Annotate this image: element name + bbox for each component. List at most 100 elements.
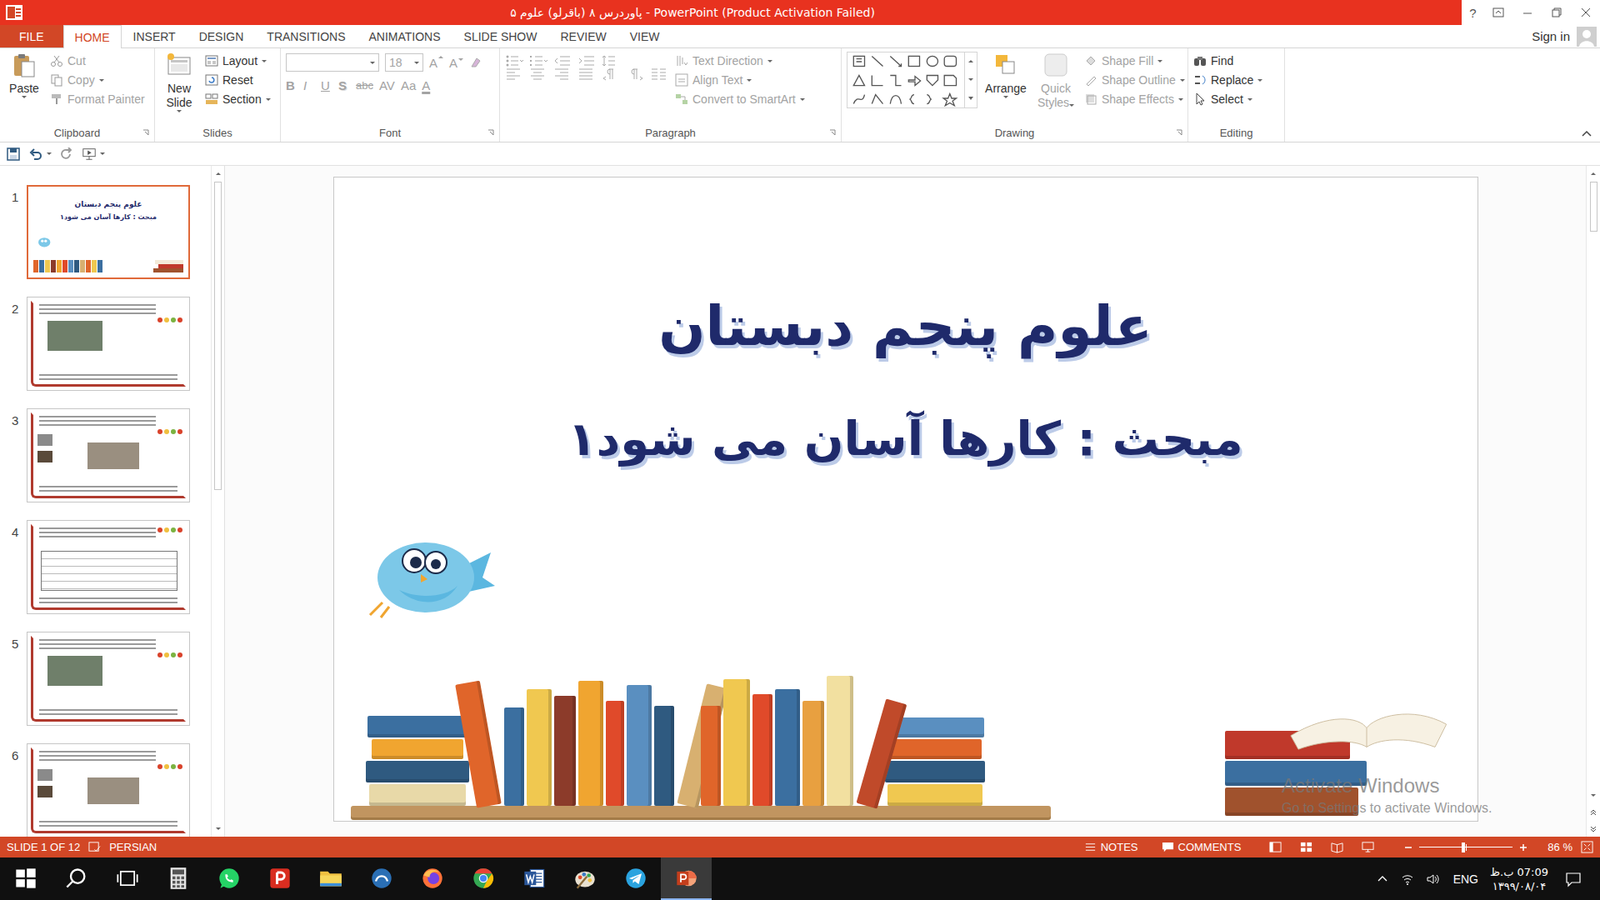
clear-formatting-icon[interactable] <box>469 55 483 70</box>
paragraph-command[interactable]: Text Direction <box>675 51 805 70</box>
slide-subtitle[interactable]: مبحث : کارها آسان می شود۱ <box>567 409 1243 470</box>
taskbar-app[interactable] <box>406 857 458 900</box>
editing-command[interactable]: Replace <box>1193 70 1263 90</box>
taskbar-app[interactable] <box>660 857 712 900</box>
clipboard-command[interactable]: Cut <box>50 51 145 70</box>
zoom-out-icon[interactable] <box>1404 843 1413 852</box>
collapse-ribbon-icon[interactable] <box>1581 130 1592 137</box>
thumbnail-frame[interactable]: علوم پنجم دبستان مبحث : کارها آسان می شو… <box>26 185 190 280</box>
font-format-button[interactable]: AV <box>379 78 395 93</box>
ribbon-tab[interactable]: VIEW <box>618 25 672 48</box>
minimize-icon[interactable] <box>1520 5 1535 20</box>
font-format-button[interactable]: U <box>320 78 333 93</box>
align-right-icon[interactable] <box>553 67 572 81</box>
slide-thumbnail[interactable]: 6 <box>0 743 211 837</box>
ribbon-display-icon[interactable] <box>1491 5 1505 20</box>
undo-icon[interactable] <box>28 147 44 161</box>
dialog-launcher-icon[interactable] <box>1175 129 1183 136</box>
thumbnail-frame[interactable] <box>26 743 190 837</box>
network-icon[interactable] <box>1400 872 1415 886</box>
font-format-button[interactable]: S <box>338 78 350 93</box>
reading-view-icon[interactable] <box>1330 840 1344 854</box>
clock[interactable]: 07:09 ب.ظ ۱۳۹۹/۰۸/۰۴ <box>1486 857 1552 900</box>
ribbon-tab[interactable]: DESIGN <box>187 25 256 48</box>
slide-scrollbar[interactable] <box>1585 165 1600 837</box>
thumbnail-frame[interactable] <box>26 408 190 503</box>
line-spacing-icon[interactable] <box>601 54 620 68</box>
font-size-field[interactable]: 18 <box>385 53 424 72</box>
taskbar-app[interactable] <box>457 857 509 900</box>
align-left-icon[interactable] <box>505 67 524 81</box>
start-from-beginning-icon[interactable] <box>81 147 97 161</box>
clipboard-command[interactable]: Format Painter <box>50 90 145 109</box>
ribbon-tab[interactable]: FILE <box>0 25 64 48</box>
gallery-scroll[interactable] <box>964 52 977 108</box>
paste-button[interactable]: Paste <box>5 51 44 124</box>
taskbar-app[interactable] <box>355 857 407 900</box>
comments-button[interactable]: COMMENTS <box>1161 840 1242 854</box>
increase-indent-icon[interactable] <box>577 54 596 68</box>
font-format-button[interactable]: I <box>303 78 315 93</box>
notes-button[interactable]: NOTES <box>1084 840 1139 854</box>
taskbar-app[interactable] <box>254 857 305 900</box>
slide-title[interactable]: علوم پنجم دبستان <box>658 290 1153 363</box>
shape-format-command[interactable]: Shape Effects <box>1084 90 1185 109</box>
taskbar-app[interactable] <box>305 857 356 900</box>
thumbnail-frame[interactable] <box>26 296 190 391</box>
editing-command[interactable]: Find <box>1193 51 1263 70</box>
font-format-button[interactable]: abc <box>355 79 374 92</box>
grow-font-button[interactable]: A <box>429 55 444 70</box>
thumbnail-frame[interactable] <box>26 520 190 615</box>
redo-icon[interactable] <box>59 147 75 161</box>
powerpoint-logo-icon[interactable] <box>5 4 24 21</box>
sign-in[interactable]: Sign in <box>1531 25 1600 48</box>
arrange-button[interactable]: Arrange <box>984 51 1028 124</box>
dialog-launcher-icon[interactable] <box>142 129 150 136</box>
language-indicator[interactable]: PERSIAN <box>109 840 157 854</box>
taskbar-app[interactable] <box>152 857 204 900</box>
slide-thumbnail[interactable]: 4 <box>0 520 211 615</box>
shrink-font-button[interactable]: A <box>449 55 464 70</box>
spelling-check-icon[interactable] <box>88 840 101 854</box>
dialog-launcher-icon[interactable] <box>829 129 836 136</box>
bullets-icon[interactable] <box>505 54 524 68</box>
taskbar-app[interactable] <box>508 857 560 900</box>
zoom-level[interactable]: 86 % <box>1547 840 1573 854</box>
ribbon-tab[interactable]: HOME <box>63 25 122 49</box>
editing-command[interactable]: Select <box>1193 90 1263 109</box>
taskbar-app[interactable] <box>50 857 102 900</box>
next-slide-icon[interactable] <box>1589 825 1598 834</box>
save-icon[interactable] <box>5 147 21 161</box>
restore-icon[interactable] <box>1550 5 1564 20</box>
taskbar-app[interactable] <box>101 857 153 900</box>
numbering-icon[interactable] <box>529 54 548 68</box>
font-format-button[interactable]: A <box>421 78 434 93</box>
slide-thumbnail[interactable]: 2 <box>0 296 211 391</box>
slides-command[interactable]: Layout <box>205 51 271 70</box>
taskbar-app[interactable] <box>610 857 661 900</box>
slide-canvas[interactable]: علوم پنجم دبستان مبحث : کارها آسان می شو… <box>333 176 1479 822</box>
close-icon[interactable] <box>1579 5 1593 20</box>
clipboard-command[interactable]: Copy <box>50 70 145 90</box>
new-slide-button[interactable]: NewSlide <box>160 51 199 124</box>
align-center-icon[interactable] <box>529 67 548 81</box>
right-to-left-icon[interactable] <box>601 67 620 81</box>
volume-icon[interactable] <box>1425 872 1440 886</box>
account-avatar-icon[interactable] <box>1576 26 1597 47</box>
dialog-launcher-icon[interactable] <box>487 129 495 136</box>
thumbnails-scrollbar[interactable] <box>210 165 225 837</box>
show-hidden-icons-icon[interactable] <box>1375 872 1390 886</box>
shapes-icon[interactable] <box>847 52 965 108</box>
ribbon-tab[interactable]: TRANSITIONS <box>255 25 357 48</box>
decrease-indent-icon[interactable] <box>553 54 572 68</box>
paragraph-command[interactable]: Align Text <box>675 70 805 90</box>
slides-command[interactable]: Section <box>205 90 271 109</box>
zoom-slider[interactable] <box>1419 841 1513 854</box>
font-name-field[interactable] <box>285 53 380 72</box>
slide-thumbnail[interactable]: 3 <box>0 408 211 503</box>
taskbar-app[interactable] <box>203 857 255 900</box>
normal-view-icon[interactable] <box>1269 840 1282 854</box>
slide-sorter-icon[interactable] <box>1300 840 1313 854</box>
taskbar-app[interactable] <box>559 857 610 900</box>
ribbon-tab[interactable]: ANIMATIONS <box>356 25 452 48</box>
